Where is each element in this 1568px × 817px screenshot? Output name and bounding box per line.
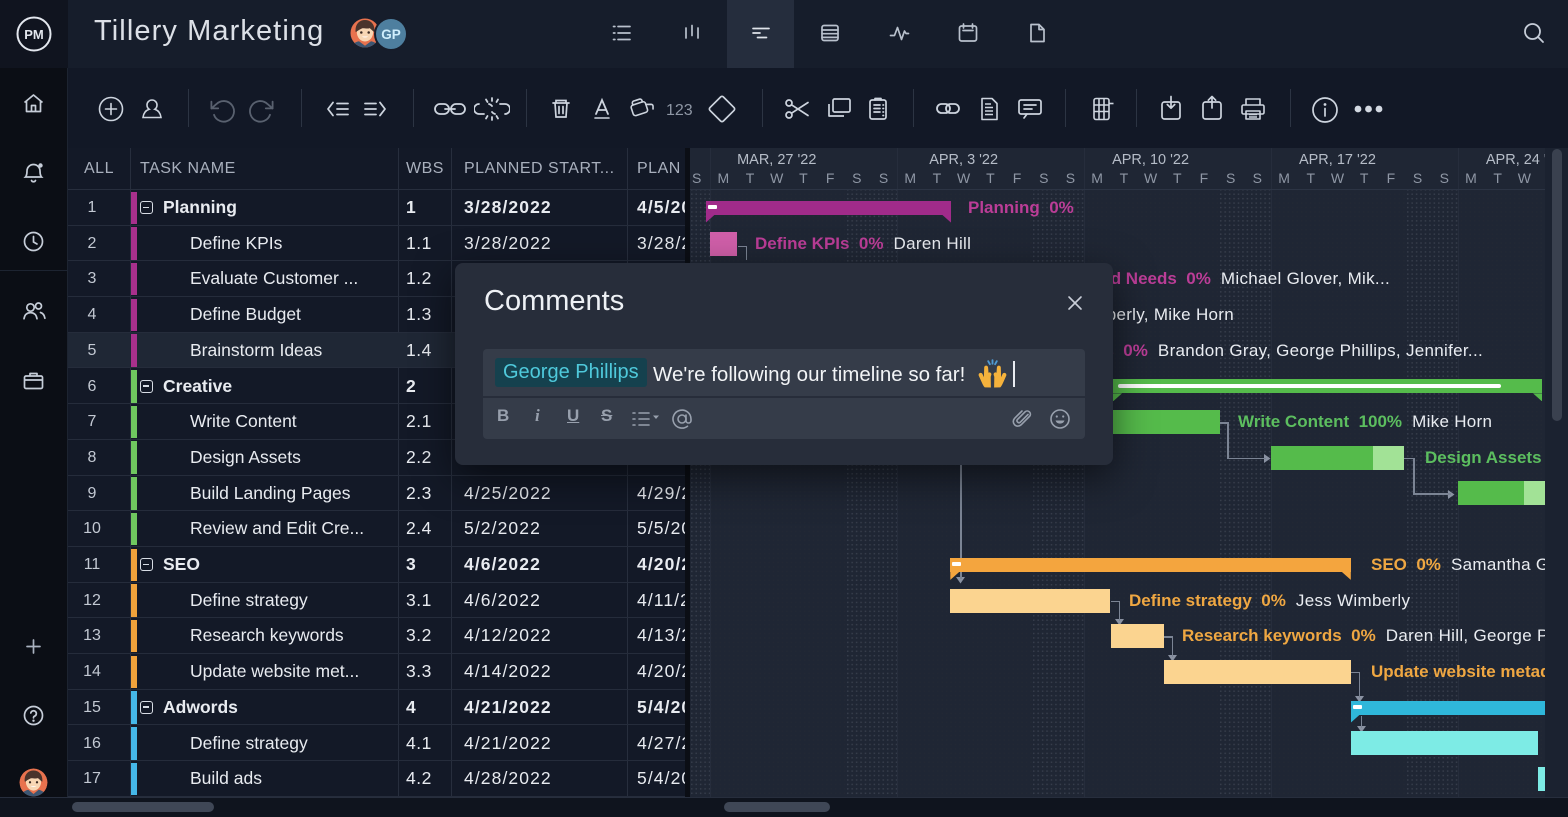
svg-text:GP: GP <box>381 27 401 42</box>
svg-text:123: 123 <box>666 102 693 119</box>
svg-text:PM: PM <box>24 27 44 42</box>
